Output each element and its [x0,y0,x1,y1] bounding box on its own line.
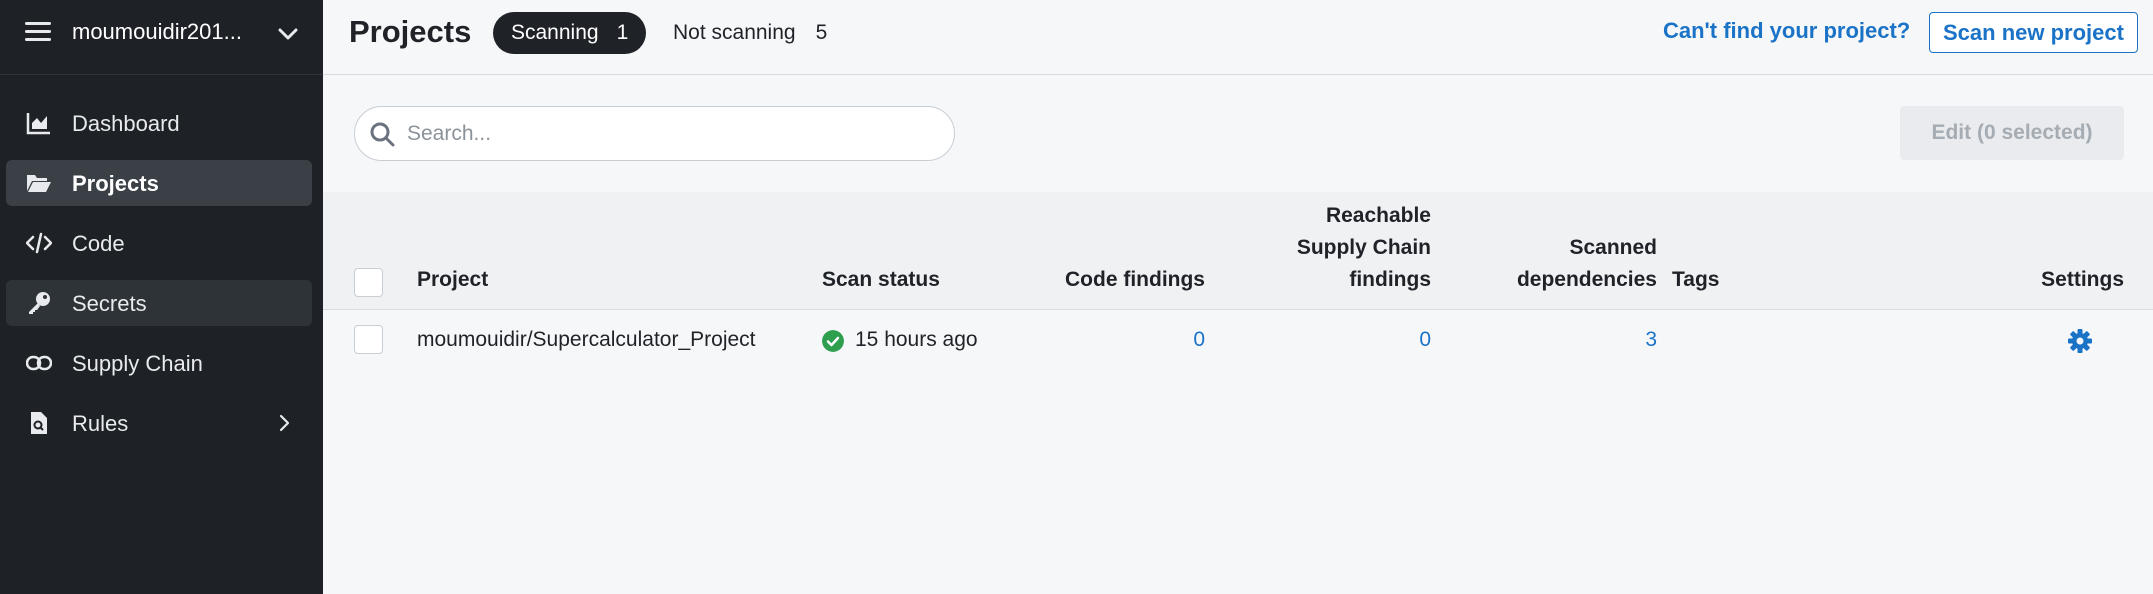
page-title: Projects [349,14,472,49]
column-header-line: Reachable [1325,204,1431,227]
sidebar: moumouidir201... Dashboard Projects Code [0,0,323,594]
table-row[interactable]: moumouidir/Supercalculator_Project 15 ho… [323,311,2153,373]
column-header-scanned-dependencies[interactable]: Scanned dependencies [1417,232,1657,296]
tab-not-scanning[interactable]: Not scanning 5 [673,12,827,54]
sidebar-item-supply-chain[interactable]: Supply Chain [6,340,312,386]
tab-scanning[interactable]: Scanning 1 [493,12,647,54]
sidebar-item-label: Supply Chain [72,351,203,376]
sidebar-item-label: Secrets [72,291,147,316]
column-header-line: Scanned [1569,236,1657,259]
sidebar-item-dashboard[interactable]: Dashboard [6,100,312,146]
scan-new-project-button[interactable]: Scan new project [1929,12,2138,53]
column-header-line: Supply Chain [1296,236,1431,259]
select-all-checkbox[interactable] [354,268,383,297]
toolbar: Edit (0 selected) [323,76,2153,192]
sidebar-item-rules[interactable]: Rules [6,400,312,446]
sidebar-item-label: Code [72,231,125,256]
gear-icon[interactable] [2066,327,2094,355]
search-input[interactable] [407,117,927,151]
tab-count: 5 [815,21,828,44]
column-header-settings: Settings [2041,268,2124,291]
link-icon [26,355,52,371]
search-box[interactable] [354,106,955,161]
tab-label: Scanning [511,21,599,44]
sidebar-item-secrets[interactable]: Secrets [6,280,312,326]
row-checkbox[interactable] [354,325,383,354]
code-icon [26,232,52,254]
sidebar-item-label: Dashboard [72,111,180,136]
table-header: Project Scan status Code findings Reacha… [323,192,2153,310]
org-switcher[interactable]: moumouidir201... [0,0,323,75]
chart-area-icon [26,113,50,135]
org-name[interactable]: moumouidir201... [72,19,242,45]
column-header-project[interactable]: Project [417,264,488,296]
tab-label: Not scanning [673,21,796,44]
key-icon [29,292,50,314]
column-header-reachable-findings[interactable]: Reachable Supply Chain findings [1191,200,1431,296]
search-icon [370,122,395,147]
file-search-icon [31,412,47,434]
cant-find-project-link[interactable]: Can't find your project? [1663,18,1910,44]
scanned-dependencies-count[interactable]: 3 [1557,328,1657,352]
edit-selected-button[interactable]: Edit (0 selected) [1900,106,2124,160]
sidebar-item-label: Projects [72,171,159,196]
chevron-right-icon[interactable] [274,413,294,433]
page-header: Projects Scanning 1 Not scanning 5 Can't… [323,0,2153,75]
sidebar-item-code[interactable]: Code [6,220,312,266]
project-name[interactable]: moumouidir/Supercalculator_Project [417,328,756,352]
column-header-tags[interactable]: Tags [1672,264,1719,296]
tab-count: 1 [616,21,629,44]
column-header-scan-status[interactable]: Scan status [822,264,940,296]
reachable-findings-count[interactable]: 0 [1331,328,1431,352]
sidebar-item-label: Rules [72,411,129,436]
column-header-line: findings [1349,268,1431,291]
hamburger-menu-icon[interactable] [25,22,51,42]
folder-open-icon [27,175,51,192]
code-findings-count[interactable]: 0 [1105,328,1205,352]
sidebar-nav: Dashboard Projects Code Secrets Supply C… [6,100,312,460]
column-header-code-findings[interactable]: Code findings [1015,264,1205,296]
scan-status-text: 15 hours ago [855,328,978,351]
chevron-down-icon[interactable] [276,22,300,46]
column-header-line: dependencies [1516,268,1657,291]
sidebar-item-projects[interactable]: Projects [6,160,312,206]
check-circle-icon [822,330,844,352]
